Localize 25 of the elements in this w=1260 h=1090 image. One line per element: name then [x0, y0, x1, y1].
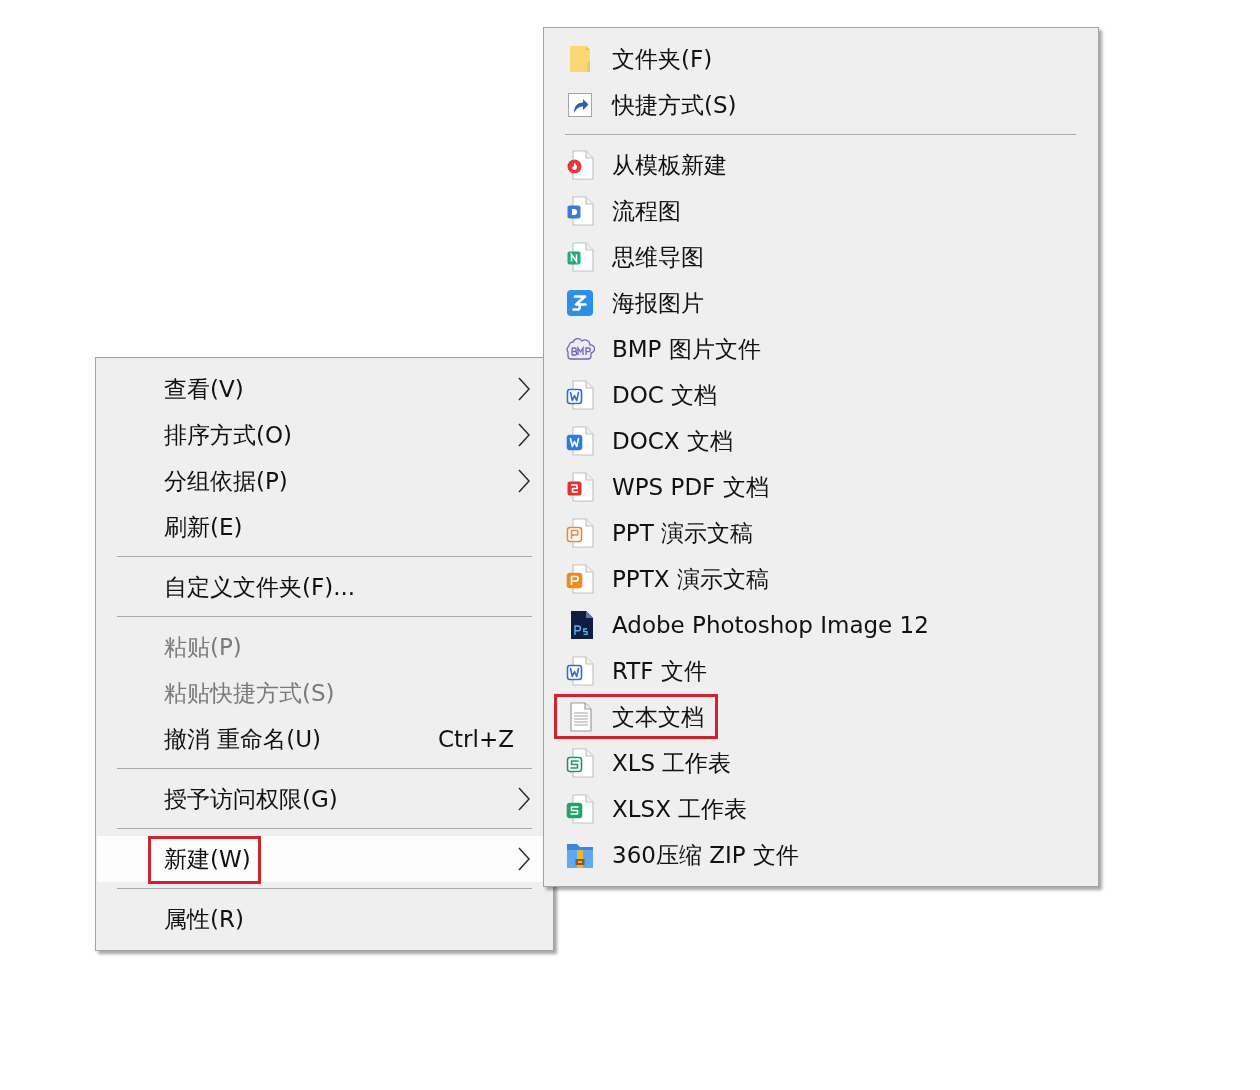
- menu-item[interactable]: 从模板新建: [546, 142, 1096, 188]
- menu-item[interactable]: 属性(R): [97, 896, 552, 942]
- document-w-icon: [565, 379, 595, 411]
- document-icon: [565, 195, 595, 227]
- document-p-icon: [565, 563, 595, 595]
- document-s-icon: [565, 793, 595, 825]
- document-w-icon: [565, 655, 595, 687]
- menu-item[interactable]: RTF 文件: [546, 648, 1096, 694]
- app-tile-icon: [565, 287, 595, 319]
- menu-item[interactable]: Adobe Photoshop Image 12: [546, 602, 1096, 648]
- document-flame-icon: [565, 149, 595, 181]
- menu-item[interactable]: 快捷方式(S): [546, 82, 1096, 128]
- document-icon: [565, 241, 595, 273]
- document-s-icon: [565, 747, 595, 779]
- menu-item[interactable]: 文件夹(F): [546, 36, 1096, 82]
- menu-item[interactable]: 文本文档: [546, 694, 1096, 740]
- document-icon: [565, 471, 595, 503]
- menu-item[interactable]: PPT 演示文稿: [546, 510, 1096, 556]
- document-w-icon: [565, 425, 595, 457]
- menu-item[interactable]: 思维导图: [546, 234, 1096, 280]
- menu-item[interactable]: 流程图: [546, 188, 1096, 234]
- shortcut-text: Ctrl+Z: [438, 726, 514, 752]
- document-p-icon: [565, 517, 595, 549]
- menu-item[interactable]: PPTX 演示文稿: [546, 556, 1096, 602]
- menu-item[interactable]: 海报图片: [546, 280, 1096, 326]
